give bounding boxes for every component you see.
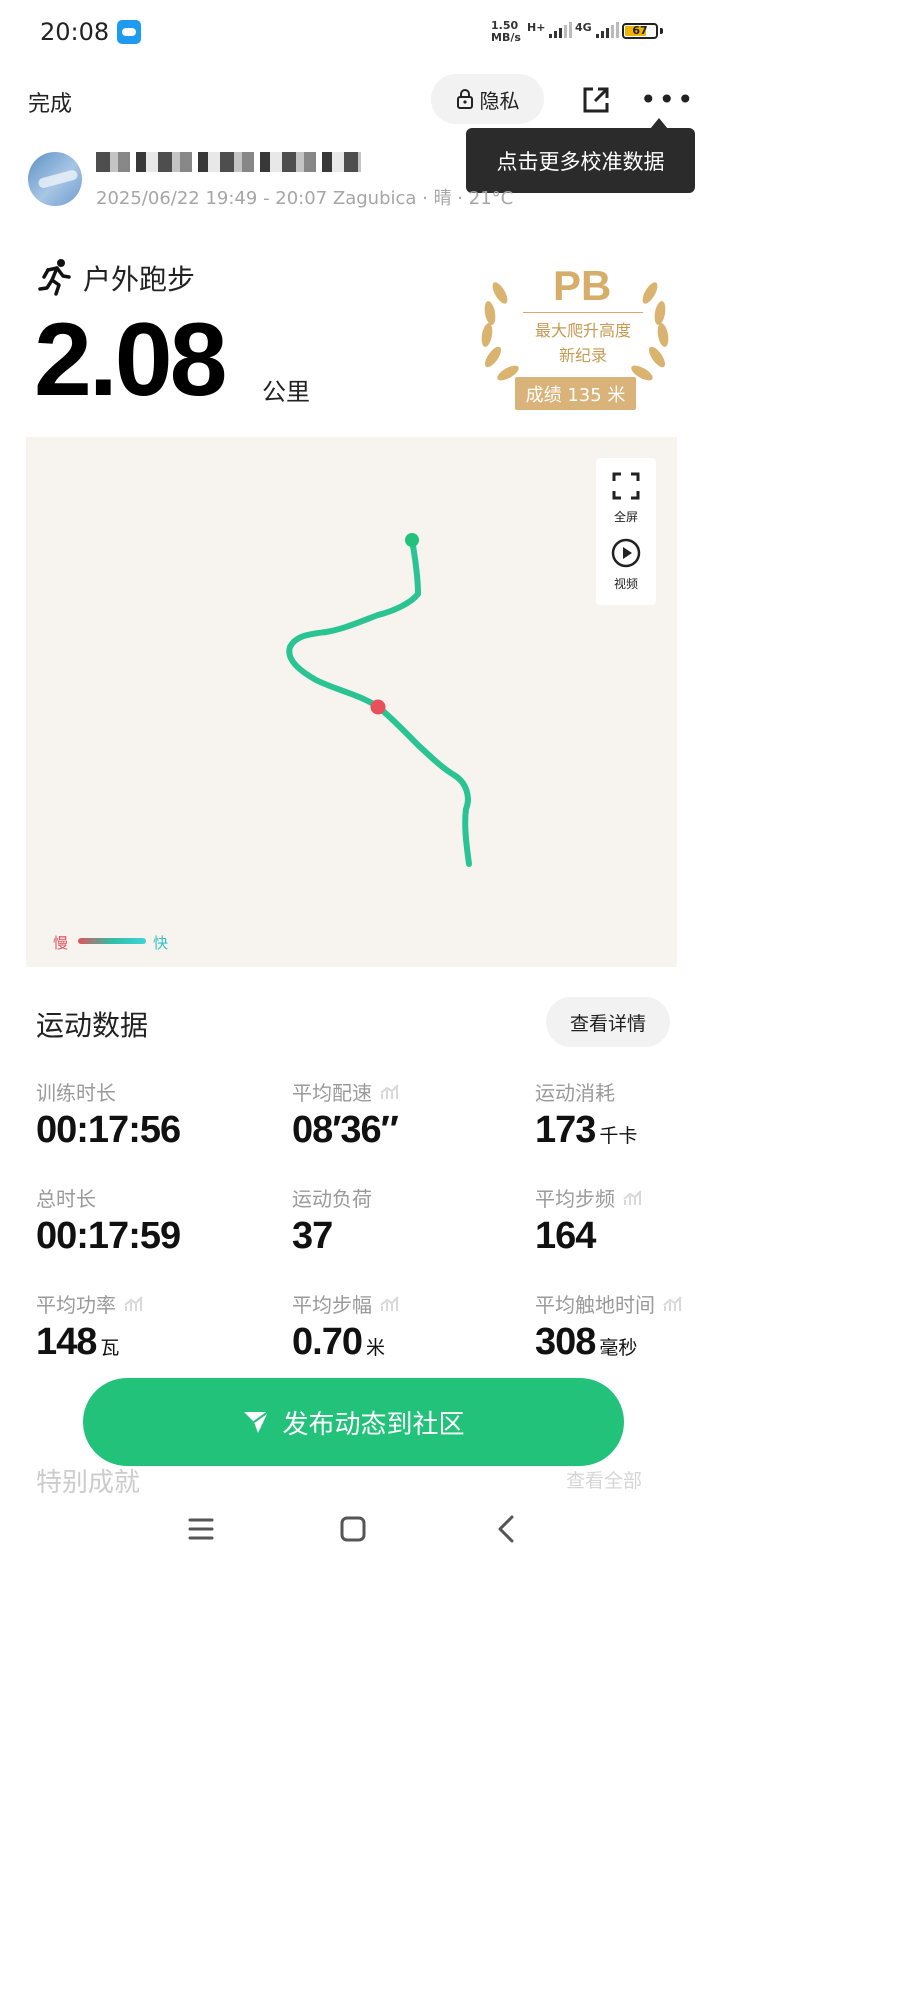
activity-type: 户外跑步	[83, 263, 196, 296]
stat-label: 运动消耗	[535, 1081, 615, 1105]
pb-divider	[523, 312, 643, 313]
stat-value: 00:17:59	[36, 1215, 181, 1257]
map-controls: 全屏 视频	[596, 458, 656, 605]
achievements-title: 特别成就	[36, 1468, 141, 1498]
stat-unit: 瓦	[100, 1337, 120, 1359]
share-icon[interactable]	[580, 84, 612, 116]
legend-slow: 慢	[53, 934, 69, 952]
lock-icon	[456, 89, 473, 109]
stat-label[interactable]: 平均步频	[535, 1183, 643, 1212]
done-button[interactable]: 完成	[28, 86, 72, 118]
back-icon[interactable]	[492, 1512, 522, 1546]
stat-label[interactable]: 平均功率	[36, 1289, 144, 1318]
distance-value: 2.08	[34, 302, 227, 418]
avatar[interactable]	[28, 152, 82, 206]
pace-legend-bar	[78, 938, 146, 944]
chart-icon[interactable]	[380, 1295, 400, 1313]
route-marker-dot	[370, 699, 386, 715]
stat-value: 164	[535, 1215, 596, 1257]
stat-value: 308 毫秒	[535, 1321, 638, 1363]
route-path	[286, 533, 472, 867]
pb-score[interactable]: 成绩 135 米	[515, 377, 636, 410]
stat-value: 173 千卡	[535, 1109, 638, 1151]
more-dots-icon[interactable]: •••	[640, 86, 696, 114]
section-title: 运动数据	[36, 1009, 149, 1042]
stat-label: 总时长	[36, 1187, 96, 1211]
route-start-dot	[405, 533, 419, 547]
chart-icon[interactable]	[663, 1295, 683, 1313]
battery-level: 67	[632, 24, 648, 37]
network-speed: 1.50 MB/s	[491, 19, 521, 44]
video-label[interactable]: 视频	[596, 575, 656, 592]
running-icon	[38, 259, 71, 296]
stat-label[interactable]: 平均配速	[292, 1077, 400, 1106]
stat-label[interactable]: 平均步幅	[292, 1289, 400, 1318]
privacy-button[interactable]: 隐私	[431, 74, 544, 124]
signal-4g: 4G	[575, 20, 619, 38]
signal-h-plus: H+	[527, 20, 573, 38]
pb-description: 最大爬升高度 新纪录	[534, 321, 631, 365]
chart-icon[interactable]	[623, 1189, 643, 1207]
weather-app-icon	[117, 20, 141, 44]
fullscreen-label[interactable]: 全屏	[596, 508, 656, 525]
fullscreen-icon[interactable]	[612, 472, 640, 500]
publish-to-community-button[interactable]: 发布动态到社区	[83, 1378, 624, 1466]
battery-tip	[660, 28, 663, 34]
stat-value: 08′36″	[292, 1109, 399, 1151]
activity-meta: 2025/06/22 19:49 - 20:07 Zagubica · 晴 · …	[96, 188, 514, 209]
stat-value: 0.70 米	[292, 1321, 385, 1363]
view-details-button[interactable]: 查看详情	[546, 997, 670, 1047]
stat-unit: 米	[365, 1337, 385, 1359]
stat-value: 37	[292, 1215, 333, 1257]
signal-bars-icon	[595, 20, 619, 38]
signal-bars-icon	[549, 20, 573, 38]
legend-fast: 快	[153, 934, 169, 952]
pb-title: PB	[553, 262, 612, 309]
stat-label[interactable]: 平均触地时间	[535, 1289, 683, 1318]
stat-label: 训练时长	[36, 1081, 116, 1105]
home-icon[interactable]	[338, 1512, 368, 1546]
stat-unit: 毫秒	[599, 1337, 638, 1359]
publish-label: 发布动态到社区	[282, 1409, 465, 1440]
chart-icon[interactable]	[380, 1083, 400, 1101]
stat-value: 148 瓦	[36, 1321, 120, 1363]
stat-unit: 千卡	[599, 1125, 638, 1147]
privacy-label: 隐私	[479, 88, 520, 113]
play-video-icon[interactable]	[611, 538, 641, 568]
send-icon	[244, 1411, 270, 1433]
stat-value: 00:17:56	[36, 1109, 181, 1151]
username-redacted	[96, 152, 361, 172]
battery-icon: 67	[622, 23, 658, 39]
view-all-link[interactable]: 查看全部	[566, 1466, 642, 1493]
stat-label: 运动负荷	[292, 1187, 372, 1211]
chart-icon[interactable]	[124, 1295, 144, 1313]
status-time: 20:08	[40, 18, 110, 46]
menu-icon[interactable]	[186, 1512, 216, 1546]
distance-unit: 公里	[262, 378, 310, 406]
